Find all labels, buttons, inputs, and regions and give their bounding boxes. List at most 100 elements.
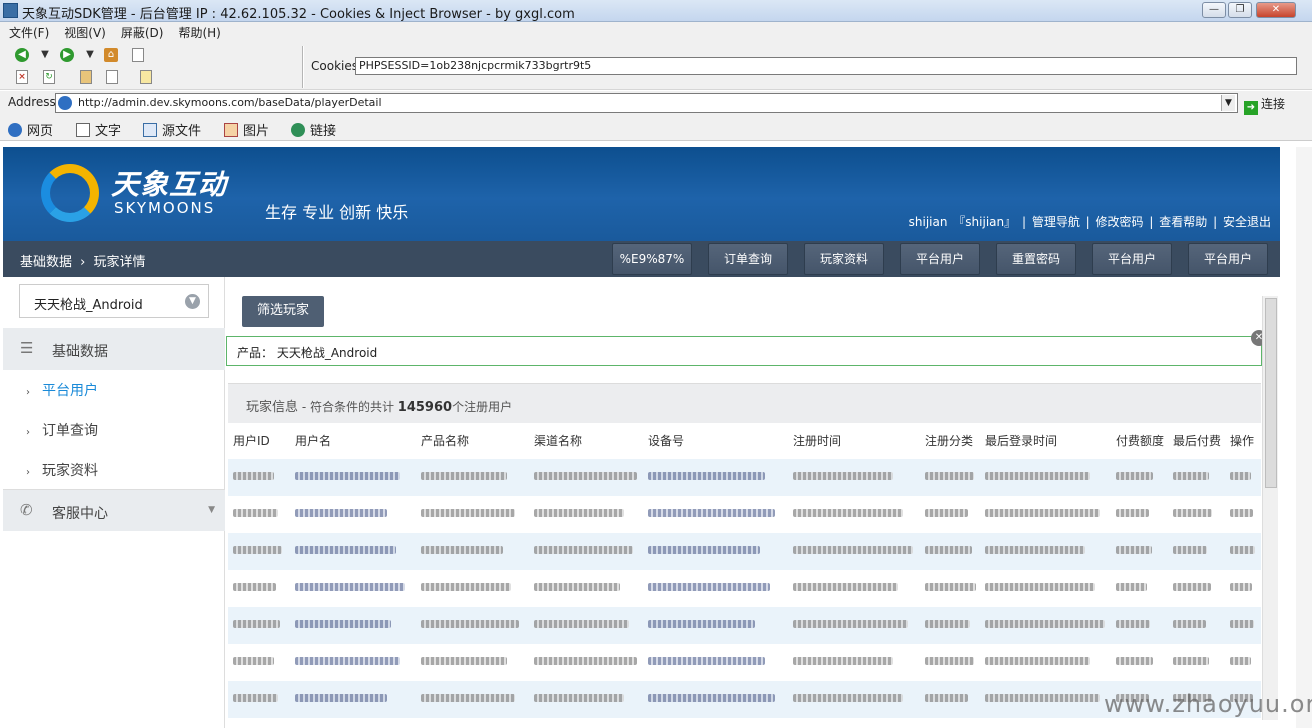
bookmark-icon[interactable] — [80, 70, 92, 84]
close-button[interactable]: ✕ — [1256, 2, 1296, 18]
table-cell[interactable] — [295, 657, 401, 665]
address-label: Address: — [8, 95, 60, 109]
table-cell[interactable] — [1230, 546, 1256, 554]
column-header: 付费额度 — [1116, 434, 1165, 448]
sidebar-item-platform-users[interactable]: › 平台用户 — [26, 380, 98, 400]
table-cell — [421, 546, 503, 554]
table-row[interactable] — [228, 496, 1261, 533]
table-cell[interactable] — [295, 620, 392, 628]
sidebar-item-orders[interactable]: › 订单查询 — [26, 420, 98, 440]
nav-button-1[interactable]: %E9%87% — [612, 243, 692, 275]
menu-block[interactable]: 屏蔽(D) — [112, 22, 170, 41]
table-cell[interactable] — [648, 583, 771, 591]
table-cell[interactable] — [648, 694, 776, 702]
restore-button[interactable]: ❐ — [1228, 2, 1252, 18]
cookies-input[interactable]: PHPSESSID=1ob238njcpcrmik733bgrtr9t5 — [355, 57, 1297, 75]
table-cell[interactable] — [1230, 657, 1252, 665]
table-cell[interactable] — [648, 509, 776, 517]
table-cell — [793, 694, 903, 702]
bullet-icon: › — [26, 467, 30, 478]
lock-icon[interactable] — [140, 70, 152, 84]
table-cell[interactable] — [295, 546, 396, 554]
link-help[interactable]: 查看帮助 — [1159, 215, 1207, 229]
table-cell[interactable] — [1230, 620, 1255, 628]
table-cell[interactable] — [648, 546, 760, 554]
bullet-icon: › — [26, 387, 30, 398]
address-input[interactable]: http://admin.dev.skymoons.com/baseData/p… — [55, 93, 1238, 113]
chevron-right-icon: › — [80, 255, 86, 270]
table-row[interactable] — [228, 533, 1261, 570]
column-header: 用户名 — [295, 434, 332, 448]
table-cell — [421, 694, 515, 702]
table-cell — [793, 583, 898, 591]
product-select[interactable]: 天天枪战_Android ▼ — [19, 284, 209, 318]
address-dropdown-icon[interactable]: ▼ — [1221, 95, 1235, 111]
table-cell — [925, 583, 976, 591]
table-scrollbar[interactable] — [1262, 296, 1278, 720]
product-select-value: 天天枪战_Android — [34, 298, 143, 313]
table-cell[interactable] — [295, 694, 387, 702]
sidebar-section-base-data[interactable]: ☰ 基础数据 — [3, 328, 225, 370]
table-row[interactable] — [228, 644, 1261, 681]
table-cell — [1173, 657, 1209, 665]
back-dropdown-icon[interactable]: ▼ — [38, 48, 52, 62]
table-cell[interactable] — [1230, 472, 1252, 480]
table-cell — [233, 472, 274, 480]
nav-button-platform-users-3[interactable]: 平台用户 — [1188, 243, 1268, 275]
link-admin-nav[interactable]: 管理导航 — [1032, 215, 1080, 229]
nav-button-platform-users[interactable]: 平台用户 — [900, 243, 980, 275]
tab-source[interactable]: 源文件 — [143, 120, 201, 139]
nav-button-player-info[interactable]: 玩家资料 — [804, 243, 884, 275]
table-cell — [233, 546, 282, 554]
home-icon[interactable]: ⌂ — [104, 48, 118, 62]
tab-text[interactable]: 文字 — [76, 120, 121, 139]
page-favicon-icon — [58, 96, 72, 110]
minimize-button[interactable]: — — [1202, 2, 1226, 18]
nav-button-orders[interactable]: 订单查询 — [708, 243, 788, 275]
table-cell[interactable] — [648, 472, 765, 480]
link-logout[interactable]: 安全退出 — [1223, 215, 1271, 229]
address-bar: Address: http://admin.dev.skymoons.com/b… — [0, 91, 1312, 115]
stop-icon[interactable]: × — [16, 70, 28, 84]
sidebar-section-customer-service[interactable]: ✆ 客服中心 ▼ — [3, 489, 225, 531]
sidebar-item-player-info[interactable]: › 玩家资料 — [26, 460, 98, 480]
copy-icon[interactable] — [106, 70, 118, 84]
go-button[interactable]: ➜ 连接 — [1244, 95, 1285, 115]
table-cell — [1116, 509, 1149, 517]
forward-dropdown-icon[interactable]: ▼ — [83, 48, 97, 62]
menu-view[interactable]: 视图(V) — [55, 22, 112, 41]
arrow-right-icon: ➜ — [1244, 101, 1258, 115]
refresh-icon[interactable]: ↻ — [43, 70, 55, 84]
table-cell[interactable] — [648, 620, 755, 628]
table-row[interactable] — [228, 607, 1261, 644]
table-row[interactable] — [228, 570, 1261, 607]
web-page: 天象互动 SKYMOONS 生存 专业 创新 快乐 shijian 『shiji… — [3, 147, 1280, 728]
menu-bar: 文件(F) 视图(V) 屏蔽(D) 帮助(H) — [0, 22, 1312, 42]
window-scrollbar[interactable] — [1296, 147, 1312, 728]
column-header: 注册时间 — [793, 434, 842, 448]
nav-button-platform-users-2[interactable]: 平台用户 — [1092, 243, 1172, 275]
scrollbar-thumb[interactable] — [1265, 298, 1277, 488]
filter-players-button[interactable]: 筛选玩家 — [242, 296, 324, 327]
table-cell[interactable] — [295, 583, 405, 591]
new-page-icon[interactable] — [132, 48, 144, 62]
tab-images[interactable]: 图片 — [224, 120, 269, 139]
table-row[interactable] — [228, 459, 1261, 496]
table-cell — [233, 657, 274, 665]
tab-links[interactable]: 链接 — [291, 120, 336, 139]
table-cell[interactable] — [295, 509, 387, 517]
column-header: 最后登录时间 — [985, 434, 1058, 448]
column-header: 用户ID — [233, 434, 270, 448]
forward-icon[interactable]: ▶ — [60, 48, 74, 62]
back-icon[interactable]: ◀ — [15, 48, 29, 62]
table-cell[interactable] — [648, 657, 765, 665]
table-cell[interactable] — [1230, 583, 1253, 591]
table-cell[interactable] — [1230, 509, 1254, 517]
nav-button-reset-password[interactable]: 重置密码 — [996, 243, 1076, 275]
breadcrumb-parent[interactable]: 基础数据 — [20, 255, 72, 270]
link-change-password[interactable]: 修改密码 — [1096, 215, 1144, 229]
menu-help[interactable]: 帮助(H) — [169, 22, 226, 41]
menu-file[interactable]: 文件(F) — [0, 22, 55, 41]
tab-webpage[interactable]: 网页 — [8, 120, 53, 139]
table-cell[interactable] — [295, 472, 401, 480]
